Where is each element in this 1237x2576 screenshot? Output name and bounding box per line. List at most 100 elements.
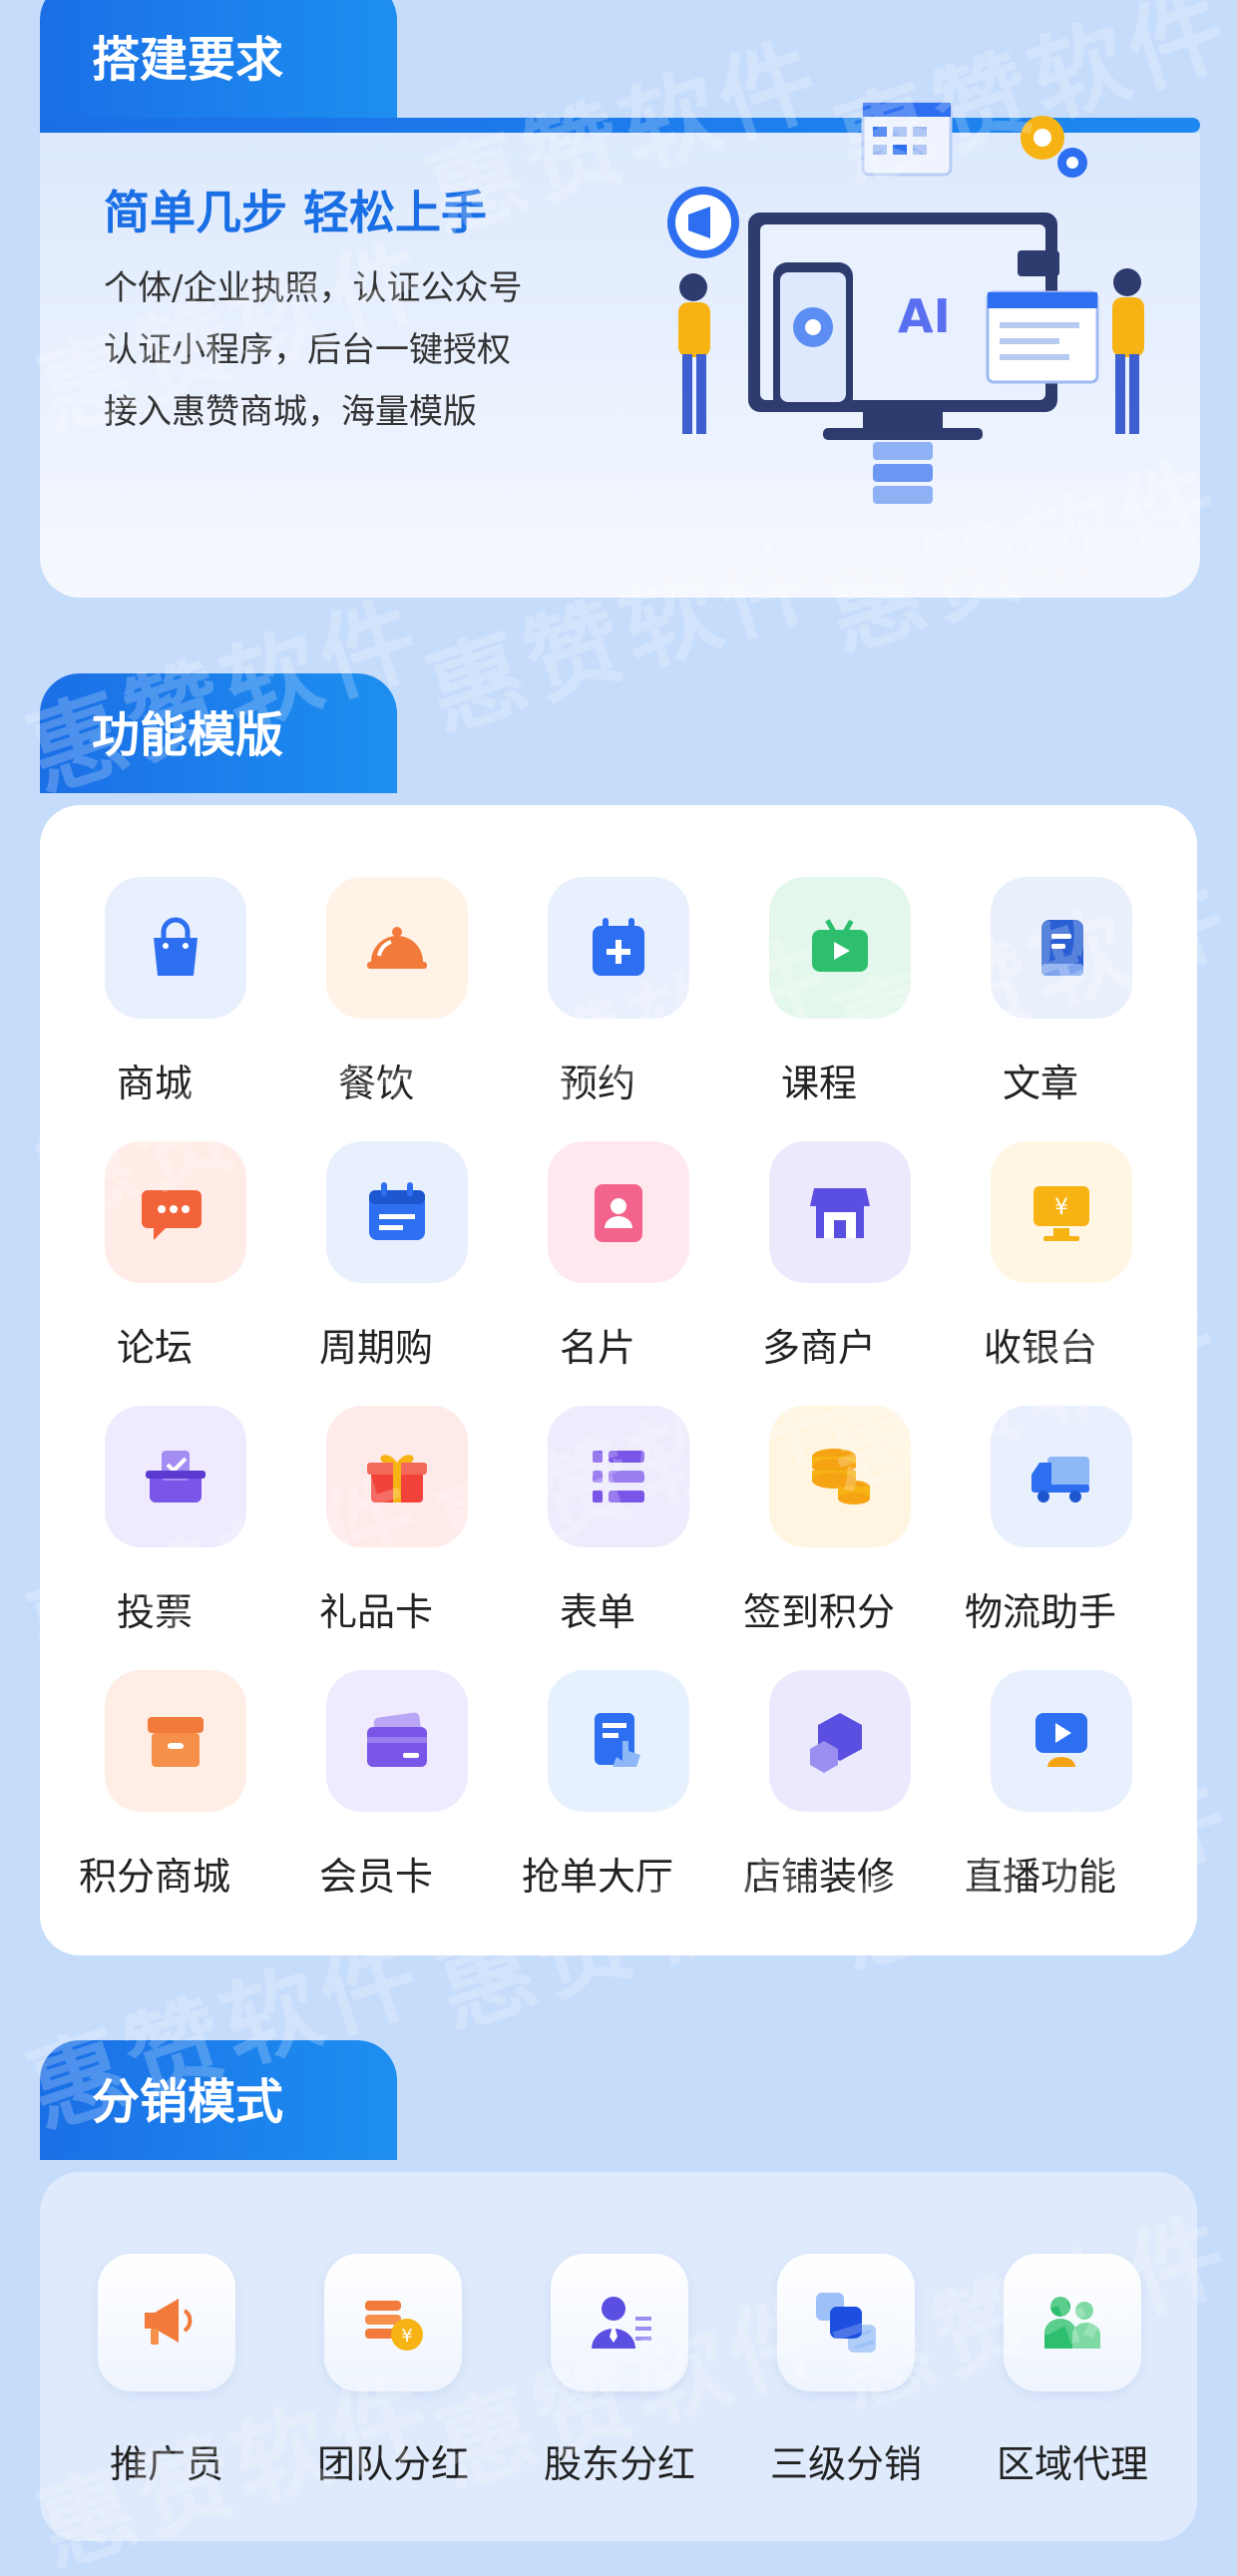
template-item[interactable]: 投票 [44,1406,265,1635]
template-item[interactable]: 签到积分 [708,1406,930,1635]
template-item[interactable]: 商城 [44,877,265,1106]
template-icon-box [326,1406,468,1547]
template-icon-box [769,1406,911,1547]
template-item[interactable]: 课程 [708,877,930,1106]
setup-section-title: 搭建要求 [92,32,284,88]
template-item[interactable]: 物流助手 [930,1406,1151,1635]
book-icon [1041,920,1083,976]
setup-line-3: 接入惠赞商城，海量模版 [104,392,477,432]
templates-card: 商城 餐饮 预约 课程 文章论坛 周期购 名片 多商户 ¥ 收银台投票 礼品卡 表单 签到积分 物流助手积… [40,805,1197,1955]
coin-stack-icon [812,1449,870,1504]
person-right-illustration-icon [1112,268,1144,434]
template-icon-box [105,1670,246,1812]
distribution-icon-box [98,2254,235,2391]
list-form-icon [593,1451,644,1503]
template-label: 直播功能 [964,1855,1116,1899]
template-item[interactable]: 抢单大厅 [487,1670,708,1900]
gear-illustration-icon [1021,116,1087,178]
chat-bubble-icon [142,1190,202,1240]
setup-card: 简单几步 轻松上手 个体/企业执照，认证公众号 认证小程序，后台一键授权 接入惠… [40,101,1200,598]
template-item[interactable]: 预约 [487,877,708,1106]
setup-section: 搭建要求 简单几步 轻松上手 个体/企业执照，认证公众号 认证小程序，后台一键授… [40,0,1200,599]
template-icon-box [548,877,689,1019]
distribution-card: 推广员 ¥ 团队分红 股东分红 三级分销 区域代理 [40,2172,1197,2541]
distribution-icon-box [777,2254,915,2391]
template-icon-box: ¥ [991,1141,1132,1283]
template-icon-box [548,1670,689,1812]
person-left-illustration-icon [678,273,710,434]
distribution-label: 推广员 [109,2442,223,2486]
template-item[interactable]: 文章 [930,877,1151,1106]
calendar-icon [369,1182,425,1240]
template-item[interactable]: 论坛 [44,1141,265,1371]
shareholder-icon [592,2297,651,2349]
order-tap-icon [595,1713,640,1767]
svg-text:¥: ¥ [401,2326,412,2347]
coins-yen-icon: ¥ [365,2301,423,2351]
template-item[interactable]: 多商户 [708,1141,930,1371]
shopping-bag-icon [154,917,198,976]
template-icon-box [326,877,468,1019]
template-icon-box [105,1141,246,1283]
template-icon-box [105,877,246,1019]
linked-squares-icon [816,2293,876,2353]
template-item[interactable]: 积分商城 [44,1670,265,1900]
template-icon-box [769,877,911,1019]
template-icon-box [991,1406,1132,1547]
template-item[interactable]: 礼品卡 [265,1406,487,1635]
live-play-icon [1035,1713,1087,1767]
distribution-section-title: 分销模式 [92,2074,284,2130]
template-icon-box [548,1141,689,1283]
calendar-illustration-icon [861,101,953,177]
template-item[interactable]: 名片 [487,1141,708,1371]
ai-text: AI [898,289,951,343]
truck-icon [1031,1457,1089,1503]
id-card-icon [595,1184,642,1242]
template-icon-box [991,1670,1132,1812]
ballot-box-icon [146,1451,206,1503]
template-item[interactable]: ¥ 收银台 [930,1141,1151,1371]
template-icon-box [105,1406,246,1547]
template-label: 收银台 [983,1326,1097,1370]
template-label: 物流助手 [964,1590,1116,1634]
calendar-plus-icon [593,918,644,976]
distribution-icon-box: ¥ [324,2254,462,2391]
template-item[interactable]: 餐饮 [265,877,487,1106]
setup-headline: 简单几步 轻松上手 [104,186,488,239]
megaphone-illustration-icon [667,187,739,258]
template-icon-box [769,1670,911,1812]
template-item[interactable]: 表单 [487,1406,708,1635]
template-item[interactable]: 周期购 [265,1141,487,1371]
distribution-label: 团队分红 [316,2442,469,2486]
setup-illustration: AI [667,101,1144,504]
gift-icon [367,1455,427,1503]
templates-section-title: 功能模版 [92,707,284,763]
svg-text:¥: ¥ [1054,1195,1068,1220]
setup-line-2: 认证小程序，后台一键授权 [104,330,511,370]
template-icon-box [769,1141,911,1283]
distribution-label: 区域代理 [996,2442,1148,2486]
tv-play-icon [812,919,868,972]
distribution-icon-box [1004,2254,1141,2391]
distribution-icon-box [551,2254,688,2391]
cubes-icon [810,1713,862,1773]
storage-box-icon [148,1717,204,1767]
setup-line-1: 个体/企业执照，认证公众号 [104,268,523,308]
template-item[interactable]: 会员卡 [265,1670,487,1900]
member-card-icon [367,1712,427,1767]
template-item[interactable]: 直播功能 [930,1670,1151,1900]
template-icon-box [326,1141,468,1283]
cashier-monitor-icon: ¥ [1033,1186,1089,1241]
distribution-label: 三级分销 [769,2442,922,2486]
template-item[interactable]: 店铺装修 [708,1670,930,1900]
template-icon-box [991,877,1132,1019]
distribution-section: 分销模式 推广员 ¥ 团队分红 股东分红 三级分销 区域代理 [40,2040,1197,2541]
dining-cloche-icon [367,927,427,969]
template-icon-box [326,1670,468,1812]
templates-section: 功能模版 商城 餐饮 预约 课程 文章论坛 周期购 名片 多商户 ¥ 收银台投票 礼品卡 表单 签到积分… [40,673,1197,1955]
store-icon [810,1188,870,1238]
distribution-label: 股东分红 [543,2442,695,2486]
megaphone-icon [145,2299,193,2345]
group-people-icon [1044,2297,1100,2349]
template-icon-box [548,1406,689,1547]
